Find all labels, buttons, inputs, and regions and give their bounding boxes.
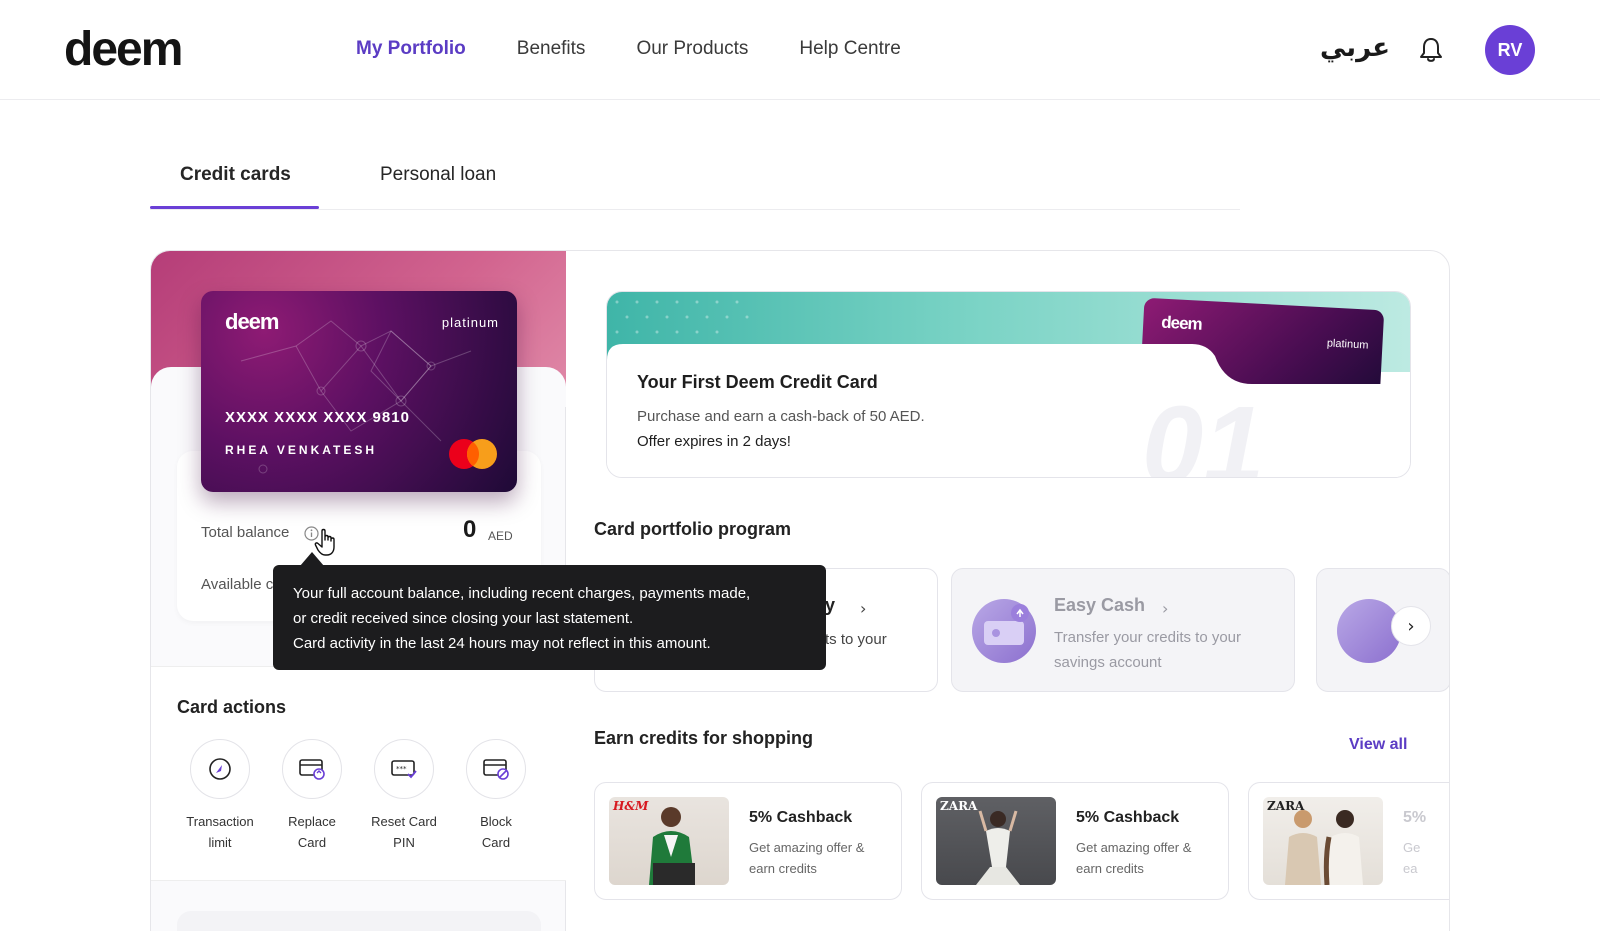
block-card-label-line1: Block xyxy=(480,814,512,829)
offer-description-line1: Get amazing offer & xyxy=(749,840,865,855)
avatar[interactable]: RV xyxy=(1485,25,1535,75)
program-card-description: Transfer your credits to your savings ac… xyxy=(1054,625,1284,675)
reset-card-pin-button[interactable]: *** Reset Card PIN xyxy=(359,739,449,853)
chevron-right-icon: › xyxy=(1407,615,1415,637)
offer-card-hm[interactable]: H&M 5% Cashback Get amazing offer & earn… xyxy=(594,782,902,900)
offer-card-zara[interactable]: ZARA 5% Cashback Get amazing offer & ear… xyxy=(921,782,1229,900)
chevron-right-icon: › xyxy=(860,599,867,618)
offer-description-line1: Ge xyxy=(1403,840,1421,855)
offer-brand-logo: H&M xyxy=(613,799,649,813)
total-balance-currency: AED xyxy=(488,529,513,543)
nav-my-portfolio[interactable]: My Portfolio xyxy=(356,38,466,60)
gauge-icon xyxy=(209,758,231,780)
offer-image: ZARA xyxy=(1263,797,1383,885)
product-tabs: Credit cards Personal loan xyxy=(150,150,1240,210)
offer-image: H&M xyxy=(609,797,729,885)
main-nav: My Portfolio Benefits Our Products Help … xyxy=(356,38,901,60)
block-card-label: Block Card xyxy=(451,811,541,853)
tooltip-line-2: or credit received since closing your la… xyxy=(293,610,634,627)
portfolio-program-title: Card portfolio program xyxy=(594,519,791,539)
page: deem My Portfolio Benefits Our Products … xyxy=(0,0,1600,931)
available-credit-label: Available c xyxy=(201,576,274,593)
offer-card-zara-partial[interactable]: ZARA 5% Ge ea xyxy=(1248,782,1449,900)
bell-icon[interactable] xyxy=(1418,36,1444,64)
offer-brand-logo: ZARA xyxy=(1267,799,1305,813)
offer-description: Ge ea xyxy=(1403,837,1449,879)
offer-title: 5% Cashback xyxy=(1076,809,1180,826)
card-actions-title: Card actions xyxy=(177,697,287,717)
total-balance-value: 0 xyxy=(463,516,477,543)
offer-description: Get amazing offer & earn credits xyxy=(1076,837,1226,879)
total-balance-label: Total balance xyxy=(201,524,290,541)
promo-title: Your First Deem Credit Card xyxy=(637,372,878,392)
total-balance-tooltip: Your full account balance, including rec… xyxy=(273,565,826,670)
card-pin-icon: *** xyxy=(391,760,417,779)
card-replace-icon xyxy=(299,759,325,780)
offer-image: ZARA xyxy=(936,797,1056,885)
replace-card-label-line1: Replace xyxy=(288,814,336,829)
program-card-description-line1: Transfer your credits to your xyxy=(1054,629,1242,646)
card-holder-name: RHEA VENKATESH xyxy=(225,443,378,457)
card-block-icon xyxy=(483,759,509,780)
program-card-easy-cash[interactable]: Easy Cash › Transfer your credits to you… xyxy=(951,568,1295,692)
card-logo: deem xyxy=(225,309,279,334)
replace-card-label-line2: Card xyxy=(297,835,327,850)
transaction-limit-circle xyxy=(190,739,250,799)
nav-help-centre[interactable]: Help Centre xyxy=(799,38,900,60)
wallet-transfer-icon xyxy=(984,604,1029,645)
offer-title: 5% Cashback xyxy=(749,809,853,826)
deem-logo[interactable]: deem xyxy=(64,22,183,77)
reset-card-pin-label: Reset Card PIN xyxy=(359,811,449,853)
offer-description-line2: earn credits xyxy=(1076,861,1144,876)
block-card-label-line2: Card xyxy=(481,835,511,850)
replace-card-label: Replace Card xyxy=(267,811,357,853)
additional-info-card xyxy=(177,911,541,931)
tooltip-line-3: Card activity in the last 24 hours may n… xyxy=(293,635,711,652)
nav-our-products[interactable]: Our Products xyxy=(636,38,748,60)
replace-card-button[interactable]: Replace Card xyxy=(267,739,357,853)
transaction-limit-button[interactable]: Transaction limit xyxy=(175,739,265,853)
chevron-right-icon: › xyxy=(1162,599,1169,618)
offer-brand-logo: ZARA xyxy=(940,799,978,813)
active-tab-indicator xyxy=(150,206,319,209)
replace-card-circle xyxy=(282,739,342,799)
shopping-section-title: Earn credits for shopping xyxy=(594,728,814,748)
program-card-title: Easy Cash xyxy=(1054,595,1146,615)
tooltip-arrow xyxy=(300,552,324,566)
reset-card-pin-label-line2: PIN xyxy=(393,835,415,850)
block-card-circle xyxy=(466,739,526,799)
top-navigation: deem My Portfolio Benefits Our Products … xyxy=(0,0,1600,100)
reset-card-pin-circle: *** xyxy=(374,739,434,799)
offer-description-line2: ea xyxy=(1403,861,1418,876)
card-actions-section: Card actions Transaction limit Replace C… xyxy=(151,666,566,881)
view-all-link[interactable]: View all xyxy=(1349,736,1407,754)
nav-benefits[interactable]: Benefits xyxy=(517,38,586,60)
tab-personal-loan[interactable]: Personal loan xyxy=(380,164,496,186)
reset-card-pin-label-line1: Reset Card xyxy=(371,814,437,829)
offer-description: Get amazing offer & earn credits xyxy=(749,837,899,879)
offer-title: 5% xyxy=(1403,809,1427,826)
promo-card-logo: deem xyxy=(1160,312,1203,334)
card-tier: platinum xyxy=(441,315,499,330)
credit-card[interactable]: deem platinum XXXX XXXX XXXX 9810 RHEA V… xyxy=(201,291,517,492)
tab-credit-cards[interactable]: Credit cards xyxy=(180,164,291,186)
tooltip-line-1: Your full account balance, including rec… xyxy=(293,585,751,602)
svg-text:***: *** xyxy=(396,765,407,773)
promo-expiry: Offer expires in 2 days! xyxy=(637,433,791,450)
easy-cash-icon xyxy=(972,599,1036,663)
promo-description: Purchase and earn a cash-back of 50 AED. xyxy=(637,408,925,425)
promo-banner[interactable]: deem platinum 01 Your First Deem Credit … xyxy=(606,291,1411,478)
carousel-next-button[interactable]: › xyxy=(1391,606,1431,646)
transaction-limit-label-line1: Transaction xyxy=(186,814,254,829)
promo-watermark: 01 xyxy=(1142,384,1265,478)
card-number: XXXX XXXX XXXX 9810 xyxy=(225,409,410,426)
offer-description-line2: earn credits xyxy=(749,861,817,876)
transaction-limit-label: Transaction limit xyxy=(175,811,265,853)
transaction-limit-label-line2: limit xyxy=(208,835,232,850)
block-card-button[interactable]: Block Card xyxy=(451,739,541,853)
offer-description-line1: Get amazing offer & xyxy=(1076,840,1192,855)
language-toggle[interactable]: عربي xyxy=(1320,33,1390,63)
mastercard-icon xyxy=(449,439,497,469)
program-card-description-line2: savings account xyxy=(1054,654,1162,671)
